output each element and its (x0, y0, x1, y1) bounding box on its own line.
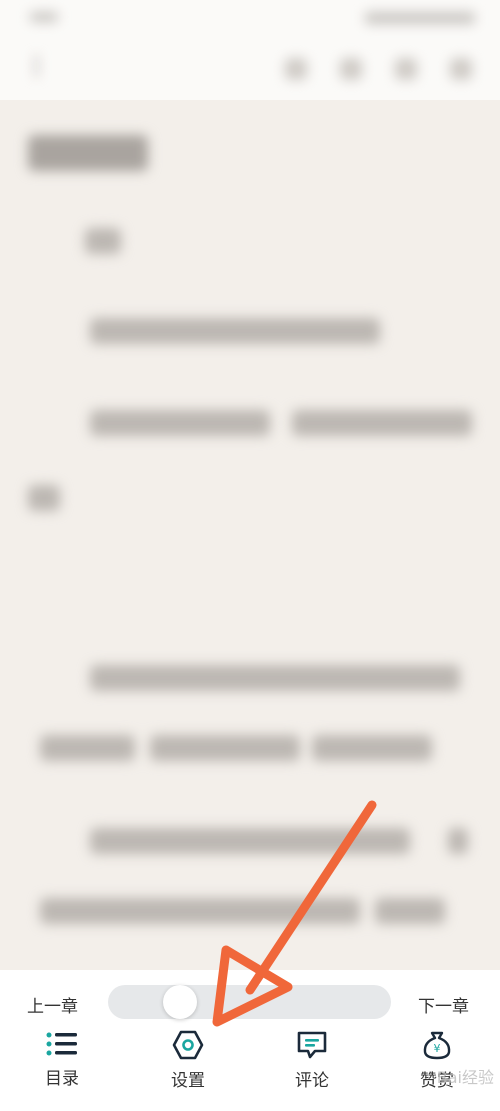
pointer-arrow-icon (212, 800, 377, 1027)
